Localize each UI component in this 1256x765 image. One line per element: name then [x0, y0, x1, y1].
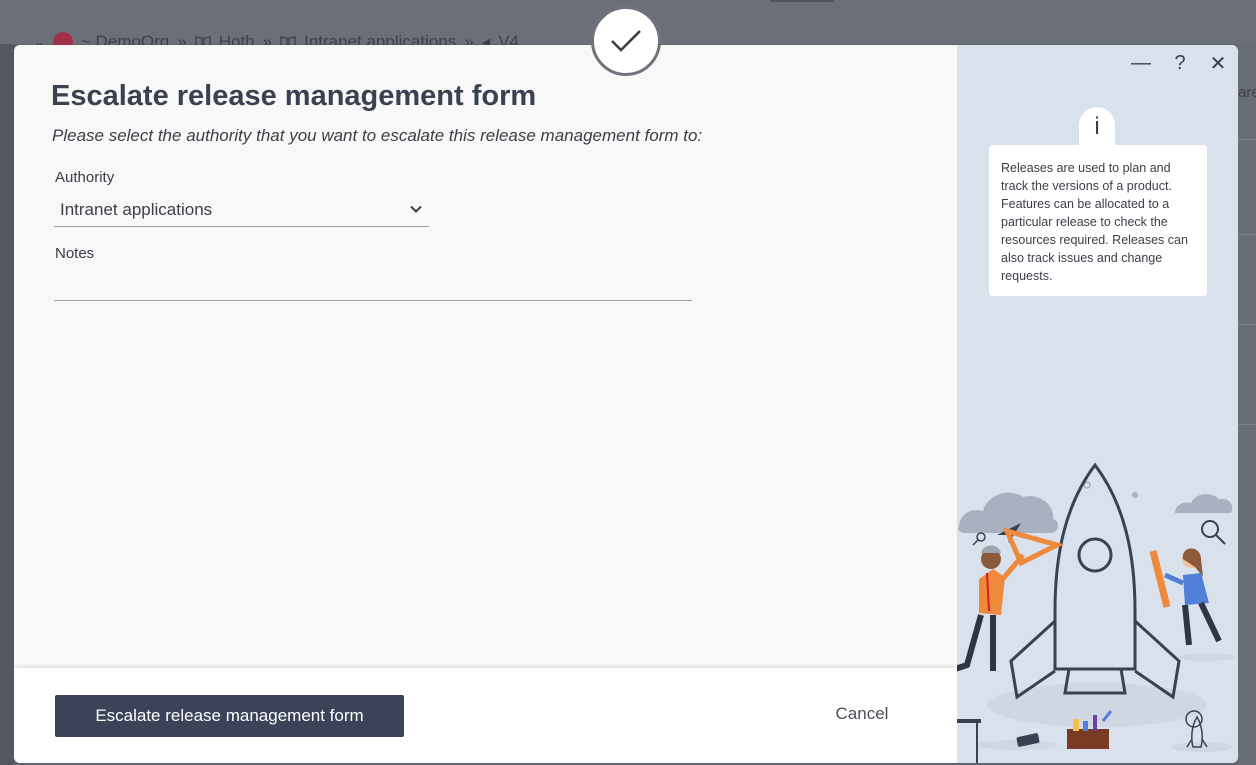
info-text: Releases are used to plan and track the … — [1001, 161, 1188, 283]
help-button[interactable]: ? — [1167, 50, 1193, 76]
dialog-subtitle: Please select the authority that you wan… — [52, 126, 703, 145]
info-icon-glyph: i — [1094, 113, 1100, 140]
escalate-button[interactable]: Escalate release management form — [55, 695, 404, 737]
authority-selected-value: Intranet applications — [60, 200, 213, 219]
chevron-down-icon — [410, 205, 422, 213]
minimize-icon: — — [1131, 51, 1151, 74]
rocket-team-illustration — [957, 462, 1235, 763]
background-tab-indicator — [770, 0, 834, 2]
escalate-dialog: Escalate release management form Please … — [14, 45, 1238, 763]
dialog-footer: Escalate release management form Cancel — [14, 668, 957, 763]
notes-input[interactable] — [54, 265, 692, 301]
cancel-button[interactable]: Cancel — [822, 699, 902, 729]
authority-select[interactable]: Intranet applications — [54, 194, 429, 227]
info-icon: i — [1079, 107, 1115, 149]
notes-label: Notes — [55, 245, 95, 262]
authority-label: Authority — [55, 169, 115, 186]
check-icon — [611, 30, 641, 52]
background-right-panel — [1238, 44, 1256, 765]
close-icon: ✕ — [1209, 52, 1227, 75]
minimize-button[interactable]: — — [1128, 50, 1154, 76]
close-button[interactable]: ✕ — [1205, 50, 1231, 76]
dialog-title: Escalate release management form — [51, 80, 537, 112]
info-bubble: Releases are used to plan and track the … — [989, 145, 1207, 296]
background-right-text: are — [1238, 84, 1256, 101]
background-left-strip — [0, 44, 14, 765]
status-check-badge — [591, 6, 661, 76]
help-icon: ? — [1174, 51, 1186, 74]
dialog-main: Escalate release management form Please … — [14, 45, 957, 668]
info-side-panel: — ? ✕ i Releases are used to plan and tr… — [957, 45, 1238, 763]
